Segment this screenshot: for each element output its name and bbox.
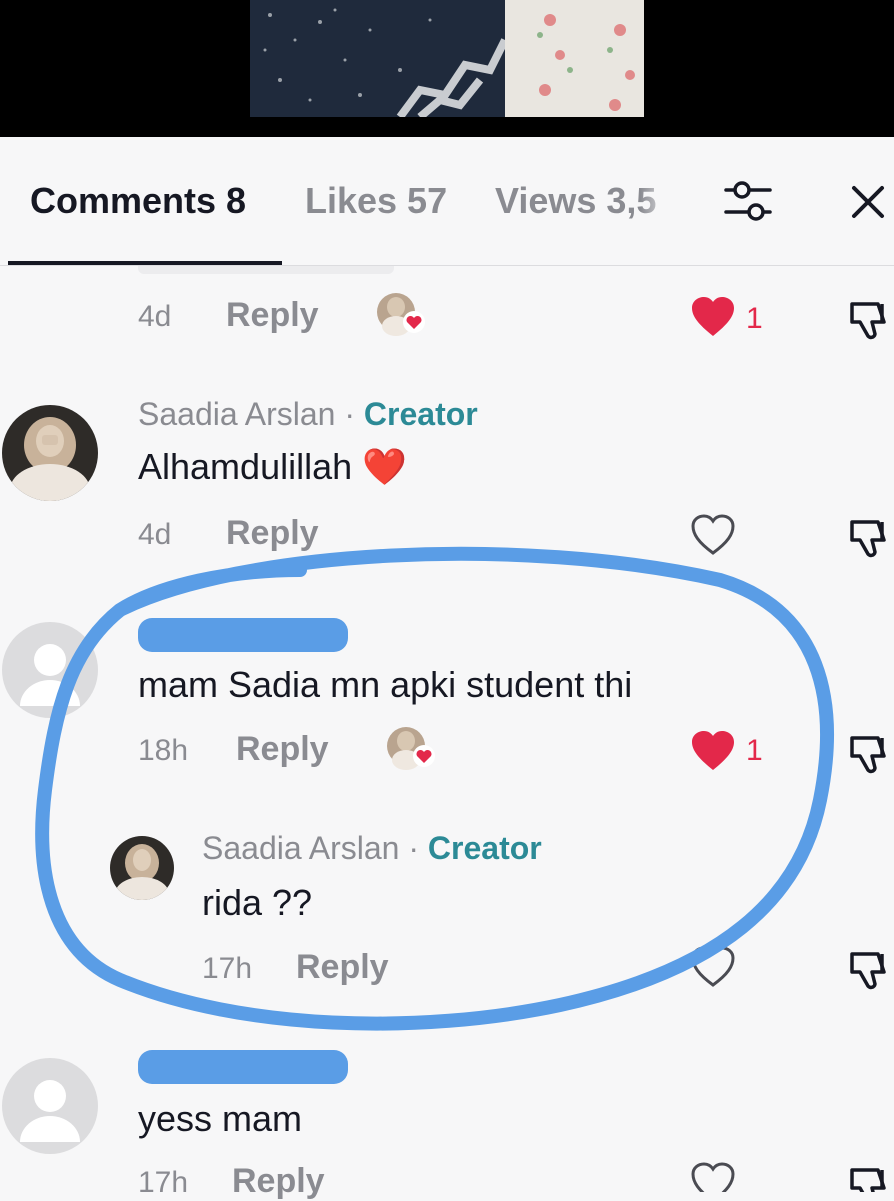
comment-text: rida ?? [202,882,313,923]
heart-icon[interactable] [690,296,736,338]
thumbs-down-icon[interactable] [846,296,894,340]
comment-text: Alhamdulillah ❤️ [138,446,407,487]
username[interactable]: Saadia Arslan [202,830,399,866]
reply-button[interactable]: Reply [232,1162,325,1201]
heart-icon[interactable] [690,514,736,556]
heart-icon[interactable] [690,946,736,988]
thumbs-down-icon[interactable] [846,730,894,774]
separator-dot: · [408,830,420,866]
sliders-icon[interactable] [722,178,774,224]
video-thumbnail[interactable] [250,0,644,117]
avatar[interactable] [2,622,98,718]
comment-text: yess mam [138,1098,303,1139]
thumbs-down-icon[interactable] [846,514,894,558]
tab-comments[interactable]: Comments 8 [30,180,246,222]
redaction-mark [138,1050,348,1084]
username[interactable]: Saadia Arslan [138,396,335,432]
comment-text: mam Sadia mn apki student thi [138,664,633,705]
creator-badge: Creator [363,396,478,432]
reply-button[interactable]: Reply [296,948,389,987]
reply-button[interactable]: Reply [236,730,329,769]
comment-timestamp: 4d [138,300,172,333]
comment-timestamp: 18h [138,734,189,767]
separator-dot: · [344,396,356,432]
reply-button[interactable]: Reply [226,514,319,553]
redaction-mark [138,618,348,652]
creator-liked-badge [386,726,438,772]
reply-button[interactable]: Reply [226,296,319,335]
comment-author: Saadia Arslan · Creator [202,830,542,867]
tab-likes[interactable]: Likes 57 [305,180,447,222]
like-count: 1 [746,734,763,767]
tab-divider [0,265,894,266]
comment-author: Saadia Arslan · Creator [138,396,478,433]
comment-timestamp: 4d [138,518,172,551]
creator-liked-badge [376,292,428,338]
thumbs-down-icon[interactable] [846,946,894,990]
thumbs-down-icon[interactable] [846,1162,894,1192]
tab-overflow-fade [640,175,685,235]
avatar[interactable] [2,405,98,501]
heart-icon[interactable] [690,730,736,772]
creator-badge: Creator [427,830,542,866]
avatar[interactable] [110,836,174,900]
comment-timestamp: 17h [202,952,253,985]
heart-icon[interactable] [690,1162,736,1192]
close-icon[interactable] [848,182,888,222]
tab-views[interactable]: Views 3,5 [495,180,656,222]
like-count: 1 [746,302,763,335]
avatar[interactable] [2,1058,98,1154]
comment-timestamp: 17h [138,1166,189,1199]
previous-comment-edge [138,266,394,274]
